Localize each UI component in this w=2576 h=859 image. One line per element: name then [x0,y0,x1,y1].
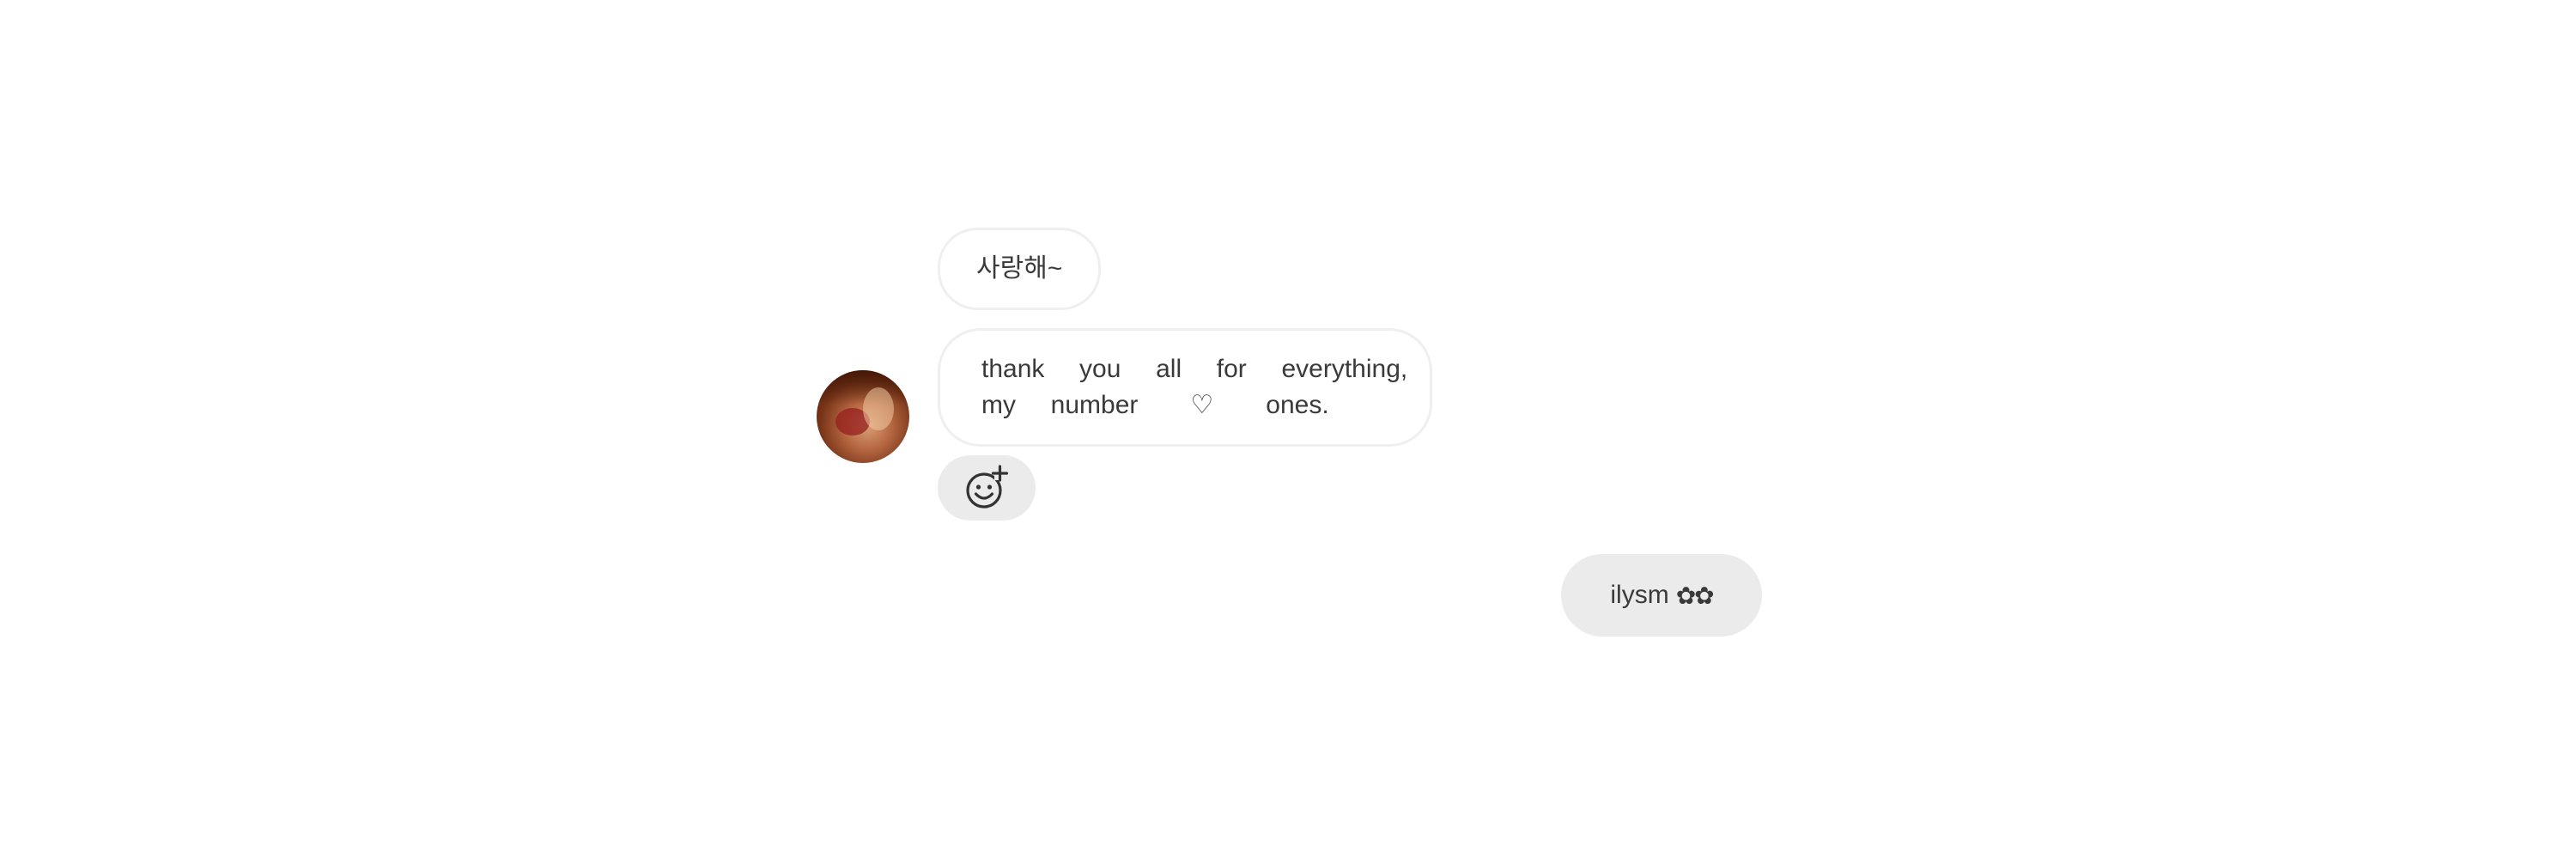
flower-emoji: ✿✿ [1675,582,1715,609]
avatar-shade [817,370,909,405]
add-reaction-icon [966,465,1009,509]
received-message-bubble[interactable]: thank you all for everything, my number … [938,328,1432,447]
avatar-detail [863,387,894,430]
message-text: 사랑해~ [976,254,1063,283]
chat-thread: 사랑해~ thank you all for everything, my nu… [0,0,2576,859]
add-reaction-button[interactable] [938,455,1036,521]
message-text-line: thank you all for everything, [981,355,1408,383]
sender-avatar[interactable] [817,370,909,463]
sent-message-bubble[interactable]: ilysm ✿✿ [1561,554,1762,637]
received-message-bubble[interactable]: 사랑해~ [938,228,1102,310]
message-text: ilysm [1610,581,1669,609]
message-text-line: my number ♡ ones. [981,391,1329,419]
